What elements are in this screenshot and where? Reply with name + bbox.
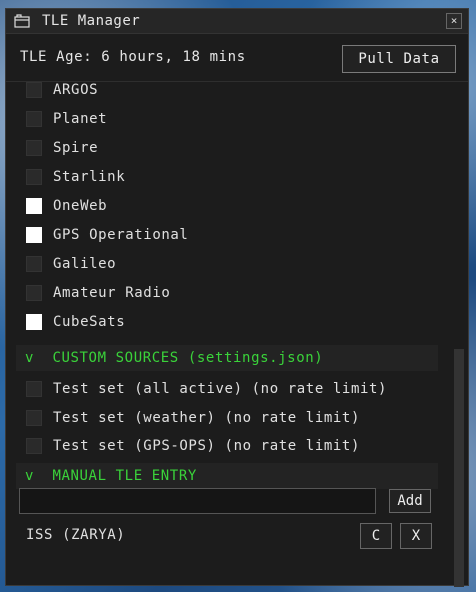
source-item-oneweb[interactable]: OneWeb xyxy=(26,196,107,216)
entry-remove-button[interactable]: X xyxy=(400,523,432,549)
custom-source-checkbox[interactable] xyxy=(26,381,42,397)
custom-source-label: Test set (weather) (no rate limit) xyxy=(53,410,360,426)
custom-source-label: Test set (all active) (no rate limit) xyxy=(53,381,388,397)
custom-source-item[interactable]: Test set (weather) (no rate limit) xyxy=(26,408,360,428)
source-item-amateur-radio[interactable]: Amateur Radio xyxy=(26,283,170,303)
tle-age-label: TLE Age: 6 hours, 18 mins xyxy=(20,49,246,65)
chevron-down-icon: v xyxy=(25,350,34,366)
source-checkbox[interactable] xyxy=(26,314,42,330)
custom-source-checkbox[interactable] xyxy=(26,438,42,454)
scrollbar[interactable] xyxy=(454,349,464,587)
pull-data-button[interactable]: Pull Data xyxy=(342,45,456,73)
window-title: TLE Manager xyxy=(42,13,141,29)
source-checkbox[interactable] xyxy=(26,285,42,301)
tle-entry-input[interactable] xyxy=(19,488,376,514)
source-label: Spire xyxy=(53,140,99,156)
source-checkbox[interactable] xyxy=(26,82,42,98)
source-label: Starlink xyxy=(53,169,126,185)
custom-sources-title: CUSTOM SOURCES (settings.json) xyxy=(52,350,324,366)
source-checkbox[interactable] xyxy=(26,140,42,156)
source-checkbox[interactable] xyxy=(26,111,42,127)
titlebar[interactable]: TLE Manager × xyxy=(6,9,468,34)
source-item-gps-operational[interactable]: GPS Operational xyxy=(26,225,188,245)
source-item-spire[interactable]: Spire xyxy=(26,138,98,158)
custom-source-checkbox[interactable] xyxy=(26,410,42,426)
source-checkbox[interactable] xyxy=(26,227,42,243)
chevron-down-icon: v xyxy=(25,468,34,484)
source-label: Planet xyxy=(53,111,108,127)
manual-entry-title: MANUAL TLE ENTRY xyxy=(52,468,197,484)
tle-age-row: TLE Age: 6 hours, 18 mins Pull Data xyxy=(6,33,468,82)
source-label: Galileo xyxy=(53,256,117,272)
source-label: Amateur Radio xyxy=(53,285,171,301)
manual-entry-name: ISS (ZARYA) xyxy=(26,527,126,543)
manual-entry-header[interactable]: v MANUAL TLE ENTRY xyxy=(16,463,438,489)
window-icon xyxy=(14,14,30,28)
source-item-galileo[interactable]: Galileo xyxy=(26,254,116,274)
custom-source-item[interactable]: Test set (GPS-OPS) (no rate limit) xyxy=(26,436,360,456)
source-item-argos[interactable]: ARGOS xyxy=(26,82,98,100)
add-button[interactable]: Add xyxy=(389,489,431,513)
source-label: ARGOS xyxy=(53,82,99,98)
source-item-starlink[interactable]: Starlink xyxy=(26,167,125,187)
tle-manager-window: TLE Manager × TLE Age: 6 hours, 18 mins … xyxy=(5,8,469,587)
entry-c-button[interactable]: C xyxy=(360,523,392,549)
source-checkbox[interactable] xyxy=(26,169,42,185)
custom-sources-header[interactable]: v CUSTOM SOURCES (settings.json) xyxy=(16,345,438,371)
source-label: OneWeb xyxy=(53,198,108,214)
close-button[interactable]: × xyxy=(446,13,462,29)
source-label: GPS Operational xyxy=(53,227,189,243)
source-item-planet[interactable]: Planet xyxy=(26,109,107,129)
custom-source-label: Test set (GPS-OPS) (no rate limit) xyxy=(53,438,360,454)
source-item-cubesats[interactable]: CubeSats xyxy=(26,312,125,332)
source-checkbox[interactable] xyxy=(26,256,42,272)
custom-source-item[interactable]: Test set (all active) (no rate limit) xyxy=(26,379,387,399)
source-label: CubeSats xyxy=(53,314,126,330)
source-checkbox[interactable] xyxy=(26,198,42,214)
